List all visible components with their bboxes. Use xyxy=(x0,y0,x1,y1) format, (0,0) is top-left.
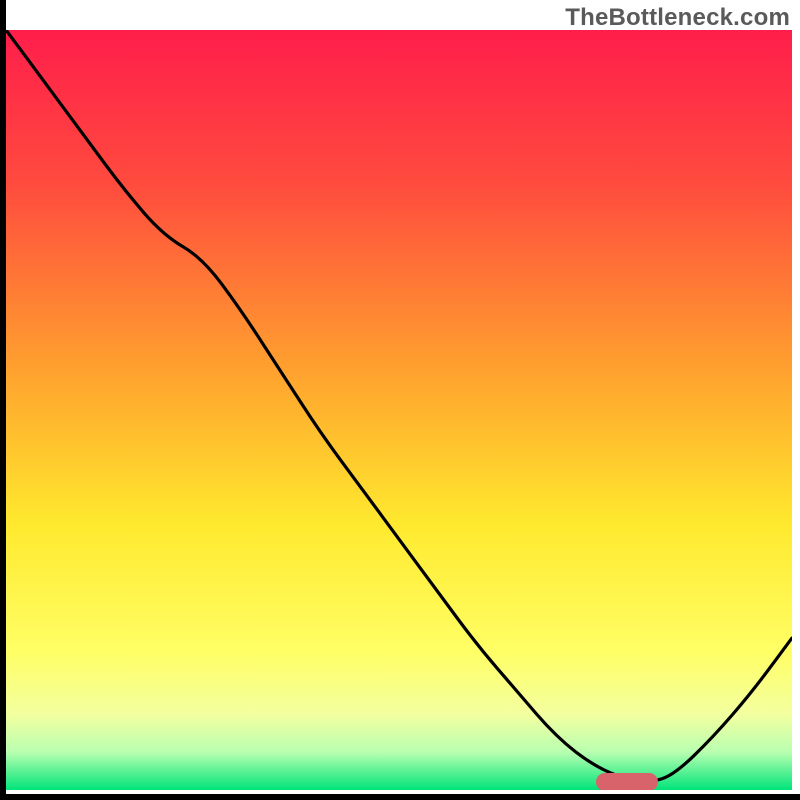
plot-area xyxy=(6,30,792,790)
chart-canvas: TheBottleneck.com xyxy=(0,0,800,800)
watermark-text: TheBottleneck.com xyxy=(565,4,790,32)
bottleneck-curve xyxy=(6,30,792,790)
optimal-range-marker xyxy=(596,773,659,790)
x-axis xyxy=(0,794,800,800)
